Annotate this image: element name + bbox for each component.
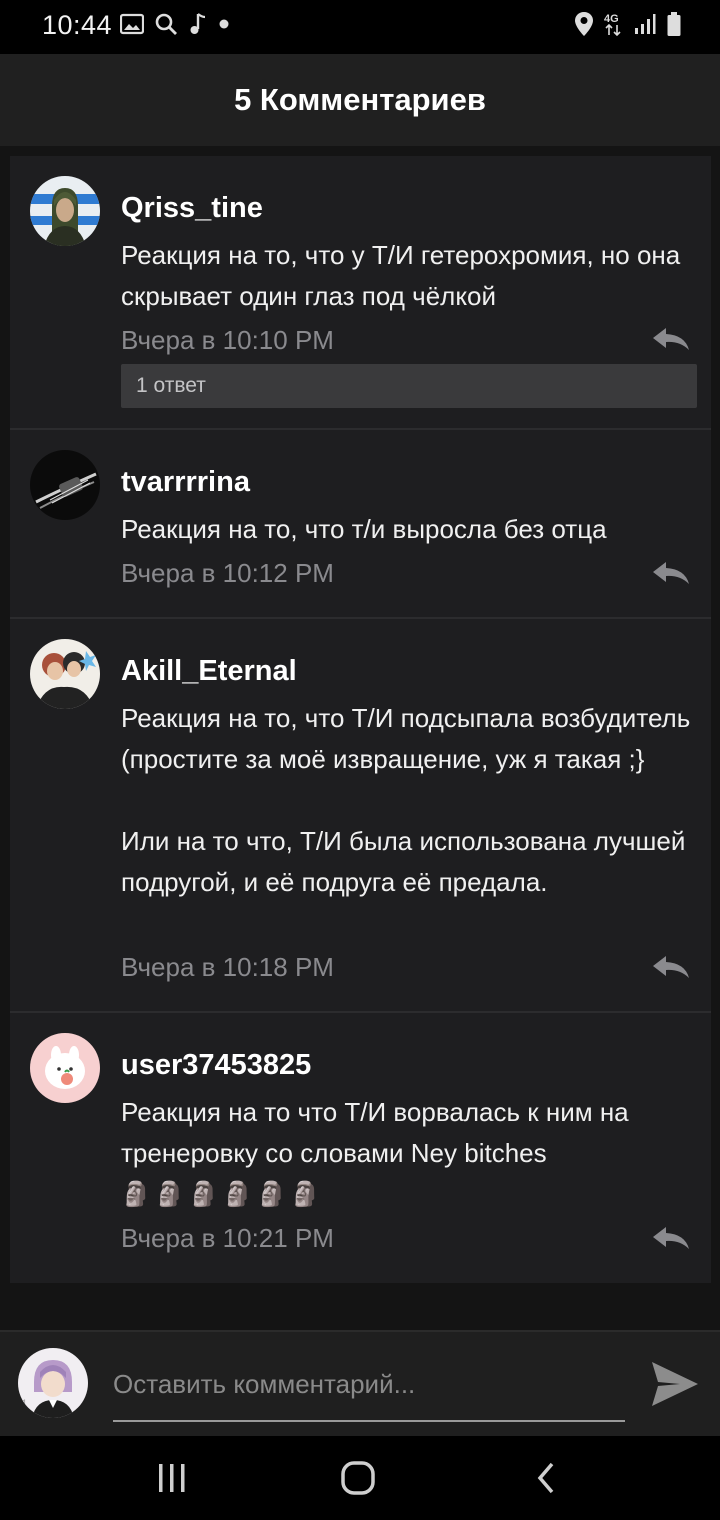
comment-text: Реакция на то, что т/и выросла без отца (121, 514, 607, 544)
recent-apps-icon (159, 1464, 185, 1492)
location-icon (575, 12, 593, 36)
comment-username[interactable]: Akill_Eternal (121, 655, 297, 688)
comment-text: Реакция на то что Т/И ворвалась к ним на… (121, 1097, 636, 1168)
header: 5 Комментариев (0, 54, 720, 146)
reply-icon[interactable] (650, 560, 692, 586)
back-icon (537, 1462, 554, 1494)
comment-username[interactable]: user37453825 (121, 1049, 311, 1082)
comments-list: Qriss_tine Реакция на то, что у Т/И гете… (10, 156, 711, 1283)
battery-icon (667, 12, 681, 36)
status-time: 10:44 (42, 10, 113, 40)
comment-username[interactable]: tvarrrrina (121, 466, 250, 499)
send-button[interactable] (648, 1358, 702, 1410)
comment-emoji: 🗿🗿🗿🗿🗿🗿 (121, 1181, 325, 1208)
reply-icon[interactable] (650, 954, 692, 980)
gallery-icon (120, 13, 144, 35)
divider (10, 1011, 711, 1013)
home-button[interactable] (336, 1456, 380, 1500)
view-replies-button[interactable]: 1 ответ (121, 364, 697, 408)
svg-text:4G: 4G (604, 13, 619, 25)
signal-icon (635, 14, 656, 34)
divider (10, 428, 711, 430)
comment-time: Вчера в 10:10 PM (121, 325, 334, 355)
comment-text: Реакция на то, что у Т/И гетерохромия, н… (121, 240, 688, 311)
comment-username[interactable]: Qriss_tine (121, 192, 263, 225)
navigation-bar (0, 1436, 720, 1520)
comment-input[interactable] (113, 1362, 625, 1422)
status-bar: 10:44 4G (0, 0, 720, 54)
avatar[interactable] (30, 639, 100, 709)
my-avatar[interactable]: 1 (18, 1348, 88, 1418)
4g-icon: 4G (604, 13, 621, 37)
recent-apps-button[interactable] (150, 1456, 194, 1500)
avatar[interactable] (30, 1033, 100, 1103)
comment-time: Вчера в 10:12 PM (121, 558, 334, 588)
comment-time: Вчера в 10:18 PM (121, 952, 334, 982)
search-icon (155, 13, 177, 35)
reply-icon[interactable] (650, 326, 692, 352)
page-title: 5 Комментариев (234, 82, 486, 117)
dot-icon (219, 19, 229, 29)
reply-icon[interactable] (650, 1225, 692, 1251)
comment-time: Вчера в 10:21 PM (121, 1223, 334, 1253)
comments-area[interactable]: Qriss_tine Реакция на то, что у Т/И гете… (0, 146, 720, 1330)
send-icon (652, 1362, 698, 1406)
comment-input-bar: 1 (0, 1330, 720, 1436)
avatar[interactable] (30, 176, 100, 246)
avatar[interactable] (30, 450, 100, 520)
home-icon (341, 1461, 375, 1495)
svg-text:1: 1 (22, 1398, 27, 1408)
comment-text: Реакция на то, что Т/И подсыпала возбуди… (121, 703, 691, 897)
music-note-icon (190, 13, 206, 34)
divider (10, 617, 711, 619)
back-button[interactable] (524, 1456, 568, 1500)
replies-count: 1 ответ (136, 374, 206, 397)
